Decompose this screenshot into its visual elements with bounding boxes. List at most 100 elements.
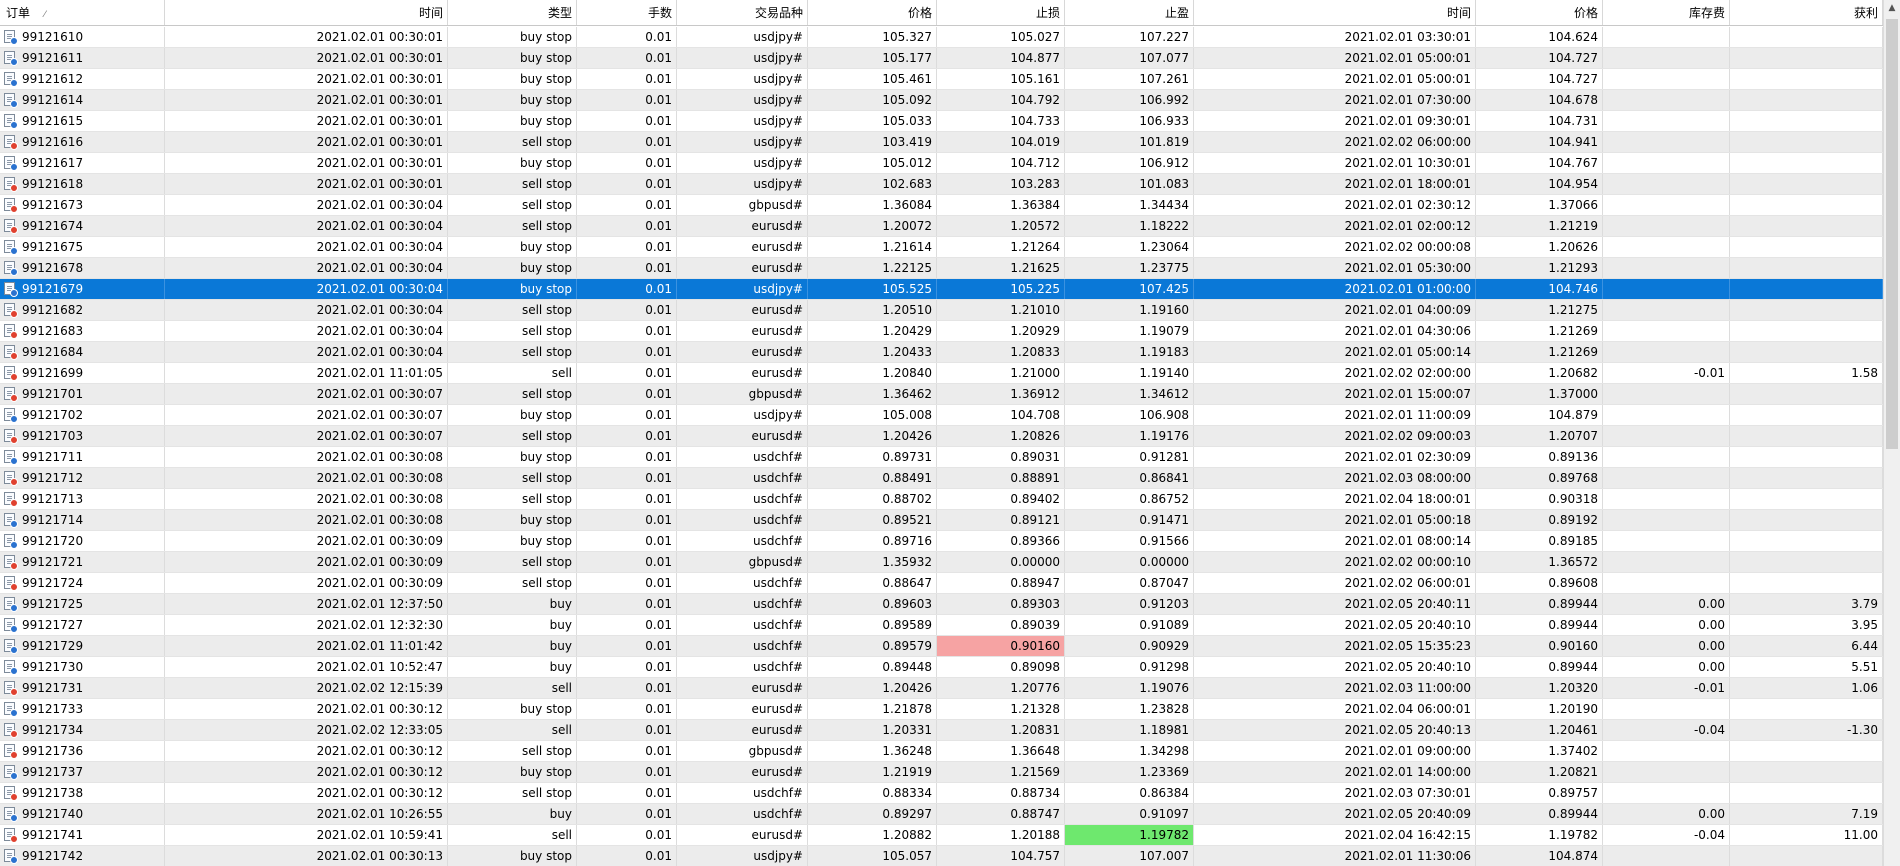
cell-text: usdchf# bbox=[753, 450, 803, 464]
cell-text: 1.21269 bbox=[1548, 345, 1598, 359]
cell-symbol: eurusd# bbox=[677, 426, 808, 446]
table-row[interactable]: 99121738 2021.02.01 00:30:12 sell stop 0.01… bbox=[0, 783, 1883, 804]
table-row[interactable]: 99121701 2021.02.01 00:30:07 sell stop 0.01… bbox=[0, 384, 1883, 405]
header-col-type[interactable]: 类型 bbox=[448, 0, 577, 25]
cell-text: 0.89944 bbox=[1548, 618, 1598, 632]
header-col-close-price[interactable]: 价格 bbox=[1476, 0, 1603, 25]
header-col-swap[interactable]: 库存费 bbox=[1603, 0, 1730, 25]
cell-text: 2021.02.04 06:00:01 bbox=[1344, 702, 1471, 716]
cell-profit: 11.00 bbox=[1730, 825, 1883, 845]
table-row[interactable]: 99121733 2021.02.01 00:30:12 buy stop 0.01 e… bbox=[0, 699, 1883, 720]
cell-type: buy bbox=[448, 804, 577, 824]
cell-take-profit: 0.91298 bbox=[1065, 657, 1194, 677]
table-row[interactable]: 99121737 2021.02.01 00:30:12 buy stop 0.01 e… bbox=[0, 762, 1883, 783]
cell-text: 7.19 bbox=[1851, 807, 1878, 821]
table-row[interactable]: 99121679 2021.02.01 00:30:04 buy stop 0.01 u… bbox=[0, 279, 1883, 300]
table-row[interactable]: 99121674 2021.02.01 00:30:04 sell stop 0.01… bbox=[0, 216, 1883, 237]
header-col-order[interactable]: 订单 ⁄ bbox=[0, 0, 165, 25]
cell-volume: 0.01 bbox=[577, 552, 677, 572]
table-row[interactable]: 99121713 2021.02.01 00:30:08 sell stop 0.01… bbox=[0, 489, 1883, 510]
table-row[interactable]: 99121736 2021.02.01 00:30:12 sell stop 0.01… bbox=[0, 741, 1883, 762]
table-row[interactable]: 99121724 2021.02.01 00:30:09 sell stop 0.01… bbox=[0, 573, 1883, 594]
table-row[interactable]: 99121683 2021.02.01 00:30:04 sell stop 0.01… bbox=[0, 321, 1883, 342]
table-row[interactable]: 99121729 2021.02.01 11:01:42 buy 0.01 usdchf… bbox=[0, 636, 1883, 657]
cell-open-time: 2021.02.01 00:30:04 bbox=[165, 216, 448, 236]
scroll-thumb[interactable] bbox=[1886, 19, 1898, 449]
table-row[interactable]: 99121612 2021.02.01 00:30:01 buy stop 0.01 u… bbox=[0, 69, 1883, 90]
table-row[interactable]: 99121711 2021.02.01 00:30:08 buy stop 0.01 u… bbox=[0, 447, 1883, 468]
cell-stop-loss: 1.20826 bbox=[937, 426, 1065, 446]
cell-text: 1.20929 bbox=[1010, 324, 1060, 338]
table-row[interactable]: 99121699 2021.02.01 11:01:05 sell 0.01 eurus… bbox=[0, 363, 1883, 384]
table-row[interactable]: 99121702 2021.02.01 00:30:07 buy stop 0.01 u… bbox=[0, 405, 1883, 426]
table-row[interactable]: 99121740 2021.02.01 10:26:55 buy 0.01 usdchf… bbox=[0, 804, 1883, 825]
header-col-take-profit[interactable]: 止盈 bbox=[1065, 0, 1194, 25]
vertical-scrollbar[interactable]: ▲ bbox=[1883, 0, 1900, 866]
table-row[interactable]: 99121703 2021.02.01 00:30:07 sell stop 0.01… bbox=[0, 426, 1883, 447]
table-row[interactable]: 99121682 2021.02.01 00:30:04 sell stop 0.01… bbox=[0, 300, 1883, 321]
buy-order-icon bbox=[4, 534, 18, 549]
cell-text: 0.88747 bbox=[1010, 807, 1060, 821]
header-label: 价格 bbox=[907, 6, 932, 20]
header-col-volume[interactable]: 手数 bbox=[577, 0, 677, 25]
table-row[interactable]: 99121675 2021.02.01 00:30:04 buy stop 0.01 e… bbox=[0, 237, 1883, 258]
cell-text: sell stop bbox=[521, 303, 572, 317]
header-col-close-time[interactable]: 时间 bbox=[1194, 0, 1476, 25]
header-col-stop-loss[interactable]: 止损 bbox=[937, 0, 1065, 25]
cell-price: 105.012 bbox=[808, 153, 937, 173]
chevron-up-icon[interactable]: ▲ bbox=[1884, 0, 1900, 17]
table-row[interactable]: 99121618 2021.02.01 00:30:01 sell stop 0.01… bbox=[0, 174, 1883, 195]
cell-stop-loss: 0.88747 bbox=[937, 804, 1065, 824]
cell-text: 1.20840 bbox=[882, 366, 932, 380]
cell-type: buy stop bbox=[448, 48, 577, 68]
cell-profit bbox=[1730, 762, 1883, 782]
cell-text: 2021.02.03 07:30:01 bbox=[1344, 786, 1471, 800]
cell-take-profit: 1.23828 bbox=[1065, 699, 1194, 719]
table-row[interactable]: 99121684 2021.02.01 00:30:04 sell stop 0.01… bbox=[0, 342, 1883, 363]
header-col-profit[interactable]: 获利 bbox=[1730, 0, 1883, 25]
cell-text: 104.879 bbox=[1548, 408, 1598, 422]
cell-symbol: usdchf# bbox=[677, 657, 808, 677]
cell-order: 99121616 bbox=[0, 132, 165, 152]
table-row[interactable]: 99121714 2021.02.01 00:30:08 buy stop 0.01 u… bbox=[0, 510, 1883, 531]
header-col-open-time[interactable]: 时间 bbox=[165, 0, 448, 25]
sell-order-icon bbox=[4, 828, 18, 843]
table-row[interactable]: 99121616 2021.02.01 00:30:01 sell stop 0.01… bbox=[0, 132, 1883, 153]
cell-price: 0.89603 bbox=[808, 594, 937, 614]
table-row[interactable]: 99121730 2021.02.01 10:52:47 buy 0.01 usdchf… bbox=[0, 657, 1883, 678]
cell-order: 99121738 bbox=[0, 783, 165, 803]
table-row[interactable]: 99121720 2021.02.01 00:30:09 buy stop 0.01 u… bbox=[0, 531, 1883, 552]
table-row[interactable]: 99121617 2021.02.01 00:30:01 buy stop 0.01 u… bbox=[0, 153, 1883, 174]
table-row[interactable]: 99121712 2021.02.01 00:30:08 sell stop 0.01… bbox=[0, 468, 1883, 489]
table-row[interactable]: 99121727 2021.02.01 12:32:30 buy 0.01 usdchf… bbox=[0, 615, 1883, 636]
cell-text: 0.01 bbox=[645, 513, 672, 527]
cell-volume: 0.01 bbox=[577, 783, 677, 803]
table-row[interactable]: 99121731 2021.02.02 12:15:39 sell 0.01 eurus… bbox=[0, 678, 1883, 699]
cell-swap bbox=[1603, 405, 1730, 425]
table-row[interactable]: 99121610 2021.02.01 00:30:01 buy stop 0.01 u… bbox=[0, 27, 1883, 48]
table-row[interactable]: 99121725 2021.02.01 12:37:50 buy 0.01 usdchf… bbox=[0, 594, 1883, 615]
cell-text: usdjpy# bbox=[753, 282, 803, 296]
table-row[interactable]: 99121741 2021.02.01 10:59:41 sell 0.01 eurus… bbox=[0, 825, 1883, 846]
header-col-price[interactable]: 价格 bbox=[808, 0, 937, 25]
table-row[interactable]: 99121742 2021.02.01 00:30:13 buy stop 0.01 u… bbox=[0, 846, 1883, 866]
table-row[interactable]: 99121721 2021.02.01 00:30:09 sell stop 0.01… bbox=[0, 552, 1883, 573]
cell-text: 0.91471 bbox=[1139, 513, 1189, 527]
cell-text: 104.792 bbox=[1010, 93, 1060, 107]
cell-text: 0.01 bbox=[645, 345, 672, 359]
cell-order: 99121712 bbox=[0, 468, 165, 488]
cell-text: 0.86384 bbox=[1139, 786, 1189, 800]
table-row[interactable]: 99121611 2021.02.01 00:30:01 buy stop 0.01 u… bbox=[0, 48, 1883, 69]
cell-close-time: 2021.02.01 02:00:12 bbox=[1194, 216, 1476, 236]
table-row[interactable]: 99121678 2021.02.01 00:30:04 buy stop 0.01 e… bbox=[0, 258, 1883, 279]
table-row[interactable]: 99121614 2021.02.01 00:30:01 buy stop 0.01 u… bbox=[0, 90, 1883, 111]
header-col-symbol[interactable]: 交易品种 bbox=[677, 0, 808, 25]
table-row[interactable]: 99121615 2021.02.01 00:30:01 buy stop 0.01 u… bbox=[0, 111, 1883, 132]
cell-text: usdjpy# bbox=[753, 849, 803, 863]
history-grid[interactable]: 订单 ⁄ 时间 类型 手数 交易品种 价格 止损 止盈 时间 价格 库存费 获利 99121610 202… bbox=[0, 0, 1883, 866]
cell-price: 105.177 bbox=[808, 48, 937, 68]
cell-text: 1.21010 bbox=[1010, 303, 1060, 317]
table-row[interactable]: 99121734 2021.02.02 12:33:05 sell 0.01 eurus… bbox=[0, 720, 1883, 741]
table-row[interactable]: 99121673 2021.02.01 00:30:04 sell stop 0.01… bbox=[0, 195, 1883, 216]
cell-take-profit: 1.19140 bbox=[1065, 363, 1194, 383]
